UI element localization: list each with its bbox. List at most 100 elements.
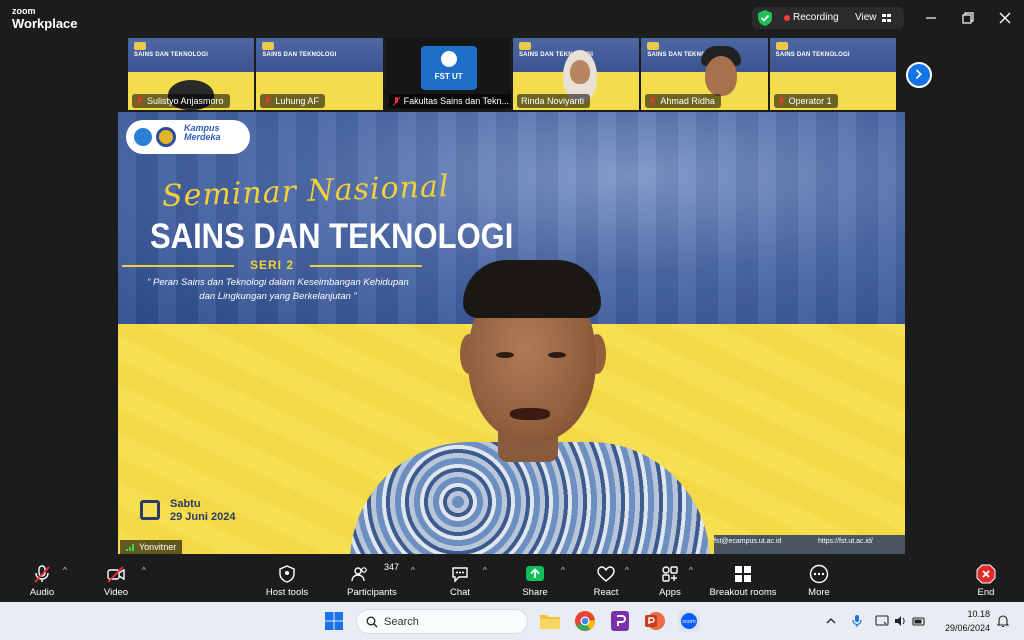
meeting-status-group: Recording View: [752, 7, 904, 29]
participants-button[interactable]: 347 Participants: [340, 560, 404, 600]
participant-namebar: Sulistyo Anjasmoro: [132, 94, 230, 108]
event-date: 29 Juni 2024: [170, 511, 236, 523]
react-label: React: [593, 587, 619, 598]
host-tools-button[interactable]: Host tools: [259, 560, 315, 600]
notification-bell-icon[interactable]: [996, 614, 1010, 628]
tile-slide-text: SAINS DAN TEKNOLOGI: [262, 52, 337, 58]
participants-label: Participants: [347, 587, 397, 598]
chat-button[interactable]: Chat: [440, 560, 480, 600]
end-label: End: [977, 587, 995, 598]
minimize-icon[interactable]: [921, 8, 941, 28]
volume-icon[interactable]: [893, 614, 907, 628]
recording-dot-icon: [784, 15, 790, 21]
meeting-controls: Audio ^ Video ^ Host tools 347 Participa…: [0, 556, 1024, 602]
end-meeting-button[interactable]: End: [966, 560, 1006, 600]
audio-level-icon: [126, 543, 135, 551]
powerpoint-icon[interactable]: [643, 609, 667, 633]
fst-ut-logo: FST UT: [420, 46, 477, 90]
mic-off-icon: [34, 565, 50, 583]
participant-namebar: Operator 1: [773, 94, 838, 108]
windows-start-icon[interactable]: [322, 609, 346, 633]
video-off-icon: [107, 566, 125, 583]
participant-tile[interactable]: FST UT Fakultas Sains dan Tekn...: [384, 38, 511, 110]
kampus-merdeka-logo: Kampus Merdeka: [184, 123, 221, 142]
participant-namebar: Fakultas Sains dan Tekn...: [388, 94, 511, 108]
windows-taskbar: Search zoom 10.18 29/06/2024: [0, 602, 1024, 640]
ministry-logo-icon: [134, 128, 152, 146]
apps-button[interactable]: Apps: [650, 560, 690, 600]
file-explorer-icon[interactable]: [538, 609, 562, 633]
recording-label[interactable]: Recording: [793, 12, 839, 23]
wifi-icon[interactable]: [875, 614, 889, 628]
audio-options-caret[interactable]: ^: [63, 566, 67, 575]
heart-icon: [597, 566, 615, 582]
chat-icon: [452, 567, 468, 583]
battery-icon[interactable]: [912, 614, 926, 628]
chevron-right-icon[interactable]: [906, 62, 932, 88]
microphone-icon[interactable]: [850, 614, 864, 628]
search-label: Search: [384, 616, 419, 628]
participant-tile[interactable]: SAINS DAN TEKNOLOGI Ahmad Ridha: [641, 38, 768, 110]
react-button[interactable]: React: [586, 560, 626, 600]
mic-off-icon: [136, 96, 143, 106]
zoom-app-icon[interactable]: zoom: [677, 609, 701, 633]
participants-options-caret[interactable]: ^: [411, 566, 415, 575]
view-button[interactable]: View: [855, 12, 891, 23]
taskbar-date[interactable]: 29/06/2024: [930, 623, 990, 633]
chrome-icon[interactable]: [573, 609, 597, 633]
host-tools-label: Host tools: [265, 587, 309, 598]
video-button[interactable]: Video: [96, 560, 136, 600]
seminar-subtitle: “ Peran Sains dan Teknologi dalam Keseim…: [147, 277, 409, 302]
end-x-icon: [976, 564, 996, 584]
participant-tile[interactable]: SAINS DAN TEKNOLOGI Luhung AF: [256, 38, 383, 110]
grid-view-icon: [881, 13, 891, 22]
react-options-caret[interactable]: ^: [625, 566, 629, 575]
restore-icon[interactable]: [958, 8, 978, 28]
video-options-caret[interactable]: ^: [142, 566, 146, 575]
calendar-icon: [140, 500, 160, 520]
taskbar-search[interactable]: Search: [356, 609, 528, 634]
participant-name: Operator 1: [788, 96, 832, 106]
tile-slide-text: SAINS DAN TEKNOLOGI: [134, 52, 209, 58]
breakout-rooms-button[interactable]: Breakout rooms: [705, 560, 781, 600]
title-bar: zoom Workplace Recording View: [0, 0, 1024, 36]
taskbar-time[interactable]: 10.18: [938, 609, 990, 619]
participant-namebar: Ahmad Ridha: [645, 94, 721, 108]
participant-namebar: Luhung AF: [260, 94, 325, 108]
more-label: More: [808, 587, 830, 598]
logo-text: FST UT: [434, 72, 463, 81]
chat-options-caret[interactable]: ^: [483, 566, 487, 575]
zoom-window: zoom Workplace Recording View SAINS DAN …: [0, 0, 1024, 640]
mic-off-icon: [392, 96, 400, 106]
participant-name: Fakultas Sains dan Tekn...: [403, 96, 510, 106]
pdf-app-icon[interactable]: [608, 609, 632, 633]
audio-button[interactable]: Audio: [22, 560, 62, 600]
participant-tile[interactable]: SAINS DAN TEKNOLOGI Rinda Noviyanti: [512, 38, 640, 110]
video-label: Video: [103, 587, 129, 598]
participant-tile[interactable]: SAINS DAN TEKNOLOGI Sulistyo Anjasmoro: [128, 38, 255, 110]
brand-line2: Workplace: [12, 16, 78, 31]
participant-strip: SAINS DAN TEKNOLOGI Sulistyo Anjasmoro S…: [128, 38, 896, 110]
active-speaker-video[interactable]: Kampus Merdeka Seminar Nasional SAINS DA…: [118, 112, 905, 554]
more-button[interactable]: More: [799, 560, 839, 600]
series-label: SERI 2: [249, 258, 294, 272]
breakout-grid-icon: [735, 566, 751, 582]
mic-off-icon: [649, 96, 657, 106]
sponsor-logos: Kampus Merdeka: [126, 120, 250, 154]
close-icon[interactable]: [995, 8, 1015, 28]
zoom-workplace-logo: zoom Workplace: [12, 6, 78, 31]
more-dots-icon: [809, 564, 829, 584]
series-row: SERI 2: [122, 258, 422, 274]
speaker-namebar: Yonvitner: [120, 540, 183, 554]
share-button[interactable]: Share: [515, 560, 555, 600]
share-options-caret[interactable]: ^: [561, 566, 565, 575]
view-label: View: [855, 12, 877, 23]
participant-tile[interactable]: SAINS DAN TEKNOLOGI Operator 1: [769, 38, 896, 110]
shield-check-icon[interactable]: [758, 10, 772, 26]
seminar-title: SAINS DAN TEKNOLOGI: [150, 216, 514, 257]
brand-line1: zoom: [12, 6, 36, 16]
apps-options-caret[interactable]: ^: [689, 566, 693, 575]
chevron-up-icon[interactable]: [824, 614, 838, 628]
apps-label: Apps: [659, 587, 681, 598]
share-arrow-icon: [526, 566, 544, 581]
